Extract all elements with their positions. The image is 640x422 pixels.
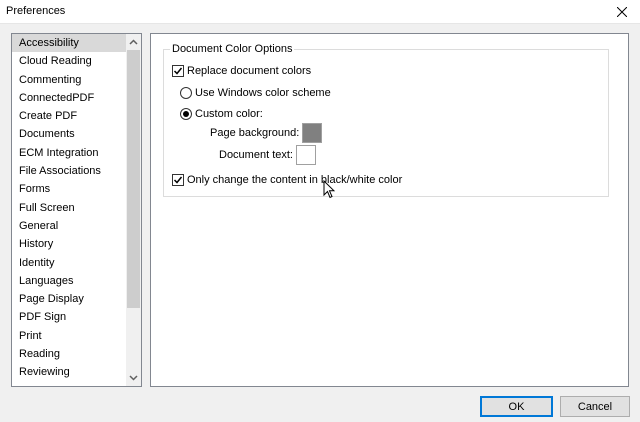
scroll-down-button[interactable] [126,370,141,386]
page-background-label: Page background: [210,127,300,139]
sidebar-item[interactable]: Full Screen [12,199,126,217]
sidebar-item[interactable]: Commenting [12,71,126,89]
close-button[interactable] [604,0,640,24]
window-title: Preferences [6,5,66,17]
only-change-checkbox[interactable] [172,174,184,186]
only-change-label: Only change the content in black/white c… [187,174,403,186]
sidebar-item[interactable]: PDF Sign [12,308,126,326]
ok-button[interactable]: OK [480,396,553,417]
document-text-swatch[interactable] [295,145,316,165]
close-icon [617,7,627,17]
sidebar-item[interactable]: Page Display [12,290,126,308]
custom-color-label: Custom color: [195,108,263,120]
sidebar-item[interactable]: Languages [12,272,126,290]
mouse-pointer-icon [323,180,335,199]
replace-colors-label: Replace document colors [187,65,312,77]
replace-colors-checkbox[interactable] [172,65,184,77]
windows-scheme-radio[interactable] [180,87,192,99]
sidebar-item[interactable]: Identity [12,254,126,272]
settings-panel: Document Color Options Replace document … [150,33,629,387]
only-change-option[interactable]: Only change the content in black/white c… [172,174,402,186]
group-title: Document Color Options [170,43,295,56]
category-scrollbar[interactable] [126,34,141,386]
document-text-row: Document text: [219,145,316,165]
sidebar-item[interactable]: ECM Integration [12,144,126,162]
sidebar-item[interactable]: Forms [12,180,126,198]
category-list[interactable]: Accessibility Cloud Reading Commenting Conn… [11,33,142,387]
sidebar-item[interactable]: Print [12,327,126,345]
custom-color-option[interactable]: Custom color: [180,108,263,120]
chevron-up-icon [129,39,138,45]
radio-selected-dot [183,111,189,117]
cancel-button[interactable]: Cancel [560,396,630,417]
sidebar-item[interactable]: Documents [12,125,126,143]
custom-color-radio[interactable] [180,108,192,120]
sidebar-item[interactable]: Accessibility [12,34,126,53]
sidebar-item[interactable]: File Associations [12,162,126,180]
sidebar-item[interactable]: Reviewing [12,363,126,381]
sidebar-item[interactable]: Create PDF [12,107,126,125]
sidebar-item[interactable]: ConnectedPDF [12,89,126,107]
sidebar-item[interactable]: Cloud Reading [12,52,126,70]
document-color-options-group: Document Color Options Replace document … [163,43,609,197]
scroll-up-button[interactable] [126,34,141,50]
page-background-swatch[interactable] [302,123,323,143]
scroll-thumb[interactable] [127,50,140,308]
checkmark-icon [173,67,183,75]
windows-scheme-option[interactable]: Use Windows color scheme [180,87,331,99]
replace-colors-option[interactable]: Replace document colors [172,65,311,77]
page-background-row: Page background: [210,123,323,143]
sidebar-item[interactable]: History [12,235,126,253]
sidebar-item[interactable]: General [12,217,126,235]
sidebar-item[interactable]: Reading [12,345,126,363]
chevron-down-icon [129,375,138,381]
windows-scheme-label: Use Windows color scheme [195,87,331,99]
category-items: Accessibility Cloud Reading Commenting Conn… [12,34,126,382]
document-text-label: Document text: [219,149,293,161]
title-bar: Preferences [0,0,640,24]
checkmark-icon [173,176,183,184]
